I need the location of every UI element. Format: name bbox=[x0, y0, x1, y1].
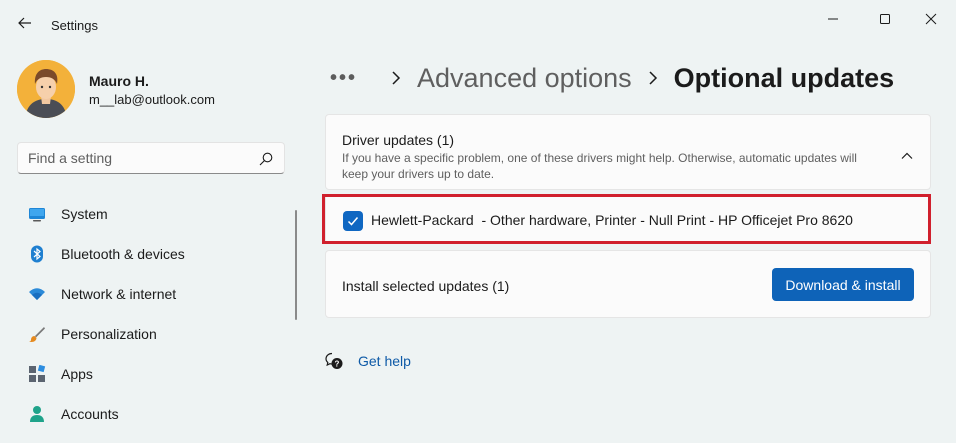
user-avatar-icon bbox=[17, 60, 75, 118]
sidebar-item-accounts[interactable]: Accounts bbox=[17, 396, 285, 432]
accounts-icon bbox=[28, 405, 46, 423]
search-input[interactable] bbox=[28, 150, 248, 166]
highlight-box bbox=[322, 194, 931, 244]
back-arrow-icon bbox=[18, 17, 31, 29]
apps-icon bbox=[28, 365, 46, 383]
chevron-right-icon bbox=[391, 71, 401, 85]
sidebar-item-label: System bbox=[61, 206, 108, 222]
page-title: Optional updates bbox=[673, 62, 895, 93]
download-install-button[interactable]: Download & install bbox=[772, 268, 914, 301]
maximize-icon bbox=[880, 14, 890, 24]
avatar[interactable] bbox=[17, 60, 75, 118]
title-bar: Settings bbox=[0, 0, 956, 48]
maximize-button[interactable] bbox=[862, 6, 908, 32]
user-name: Mauro H. bbox=[89, 73, 149, 89]
close-icon bbox=[925, 13, 937, 25]
sidebar-item-personalization[interactable]: Personalization bbox=[17, 316, 285, 352]
breadcrumb-advanced-options[interactable]: Advanced options bbox=[417, 63, 632, 94]
get-help-label[interactable]: Get help bbox=[358, 353, 411, 369]
sidebar-item-label: Network & internet bbox=[61, 286, 177, 302]
help-icon: ? bbox=[325, 352, 343, 369]
sidebar-item-bluetooth-devices[interactable]: Bluetooth & devices bbox=[17, 236, 285, 272]
search-box[interactable] bbox=[17, 142, 285, 174]
bluetooth-icon bbox=[28, 245, 46, 263]
network-icon bbox=[28, 285, 46, 303]
sidebar-nav: System Bluetooth & devices Network & int… bbox=[17, 196, 285, 436]
driver-updates-title: Driver updates (1) bbox=[342, 132, 455, 148]
back-button[interactable] bbox=[14, 12, 36, 34]
user-email: m__lab@outlook.com bbox=[89, 92, 215, 107]
minimize-icon bbox=[828, 18, 838, 20]
sidebar-item-label: Bluetooth & devices bbox=[61, 246, 185, 262]
install-selected-label: Install selected updates (1) bbox=[342, 278, 510, 294]
driver-updates-expander[interactable]: Driver updates (1) If you have a specifi… bbox=[325, 114, 931, 190]
breadcrumb: ••• Advanced options Optional updates bbox=[330, 58, 894, 98]
sidebar-item-network-internet[interactable]: Network & internet bbox=[17, 276, 285, 312]
svg-text:?: ? bbox=[335, 360, 340, 369]
sidebar-scrollbar[interactable] bbox=[295, 210, 297, 320]
driver-updates-description: If you have a specific problem, one of t… bbox=[342, 151, 857, 181]
sidebar-item-label: Accounts bbox=[61, 406, 119, 422]
app-title: Settings bbox=[51, 18, 98, 33]
minimize-button[interactable] bbox=[810, 6, 856, 32]
sidebar-item-label: Apps bbox=[61, 366, 93, 382]
chevron-right-icon bbox=[648, 71, 658, 85]
brush-icon bbox=[28, 325, 46, 343]
chevron-up-icon[interactable] bbox=[900, 149, 914, 163]
search-icon[interactable] bbox=[258, 151, 274, 167]
close-button[interactable] bbox=[908, 6, 954, 32]
sidebar-item-label: Personalization bbox=[61, 326, 157, 342]
get-help-link[interactable]: ? Get help bbox=[325, 352, 411, 370]
system-icon bbox=[28, 205, 46, 223]
sidebar-item-apps[interactable]: Apps bbox=[17, 356, 285, 392]
breadcrumb-more-button[interactable]: ••• bbox=[330, 67, 357, 90]
install-updates-card: Install selected updates (1) Download & … bbox=[325, 250, 931, 318]
sidebar-item-system[interactable]: System bbox=[17, 196, 285, 232]
